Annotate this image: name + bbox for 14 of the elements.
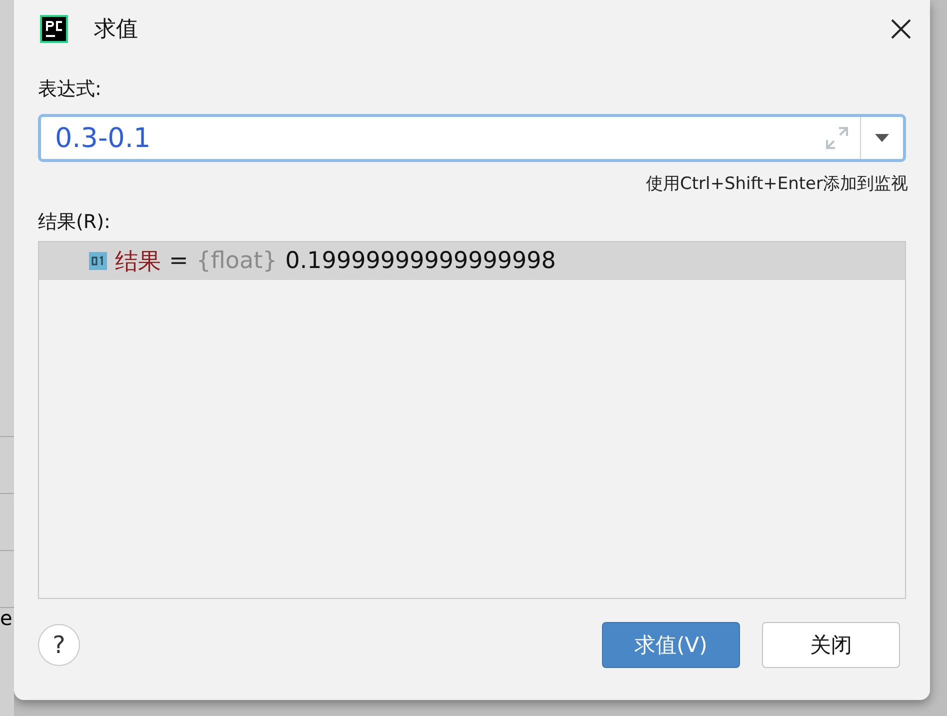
- expression-field[interactable]: 0.3-0.1: [38, 114, 906, 162]
- close-icon[interactable]: [890, 18, 912, 40]
- app-logo-icon: [40, 15, 68, 43]
- result-row[interactable]: 结果 = {float} 0.19999999999999998: [39, 242, 905, 280]
- variable-icon: [89, 252, 107, 270]
- result-label: 结果(R):: [38, 210, 112, 235]
- help-button[interactable]: ?: [38, 624, 80, 666]
- background-text: e: [0, 608, 12, 628]
- evaluate-button[interactable]: 求值(V): [602, 622, 740, 668]
- hint-text: 使用Ctrl+Shift+Enter添加到监视: [646, 173, 908, 195]
- expression-label: 表达式:: [38, 77, 102, 102]
- caret-icon: [874, 133, 890, 143]
- close-button[interactable]: 关闭: [762, 622, 900, 668]
- window-title: 求值: [94, 16, 138, 44]
